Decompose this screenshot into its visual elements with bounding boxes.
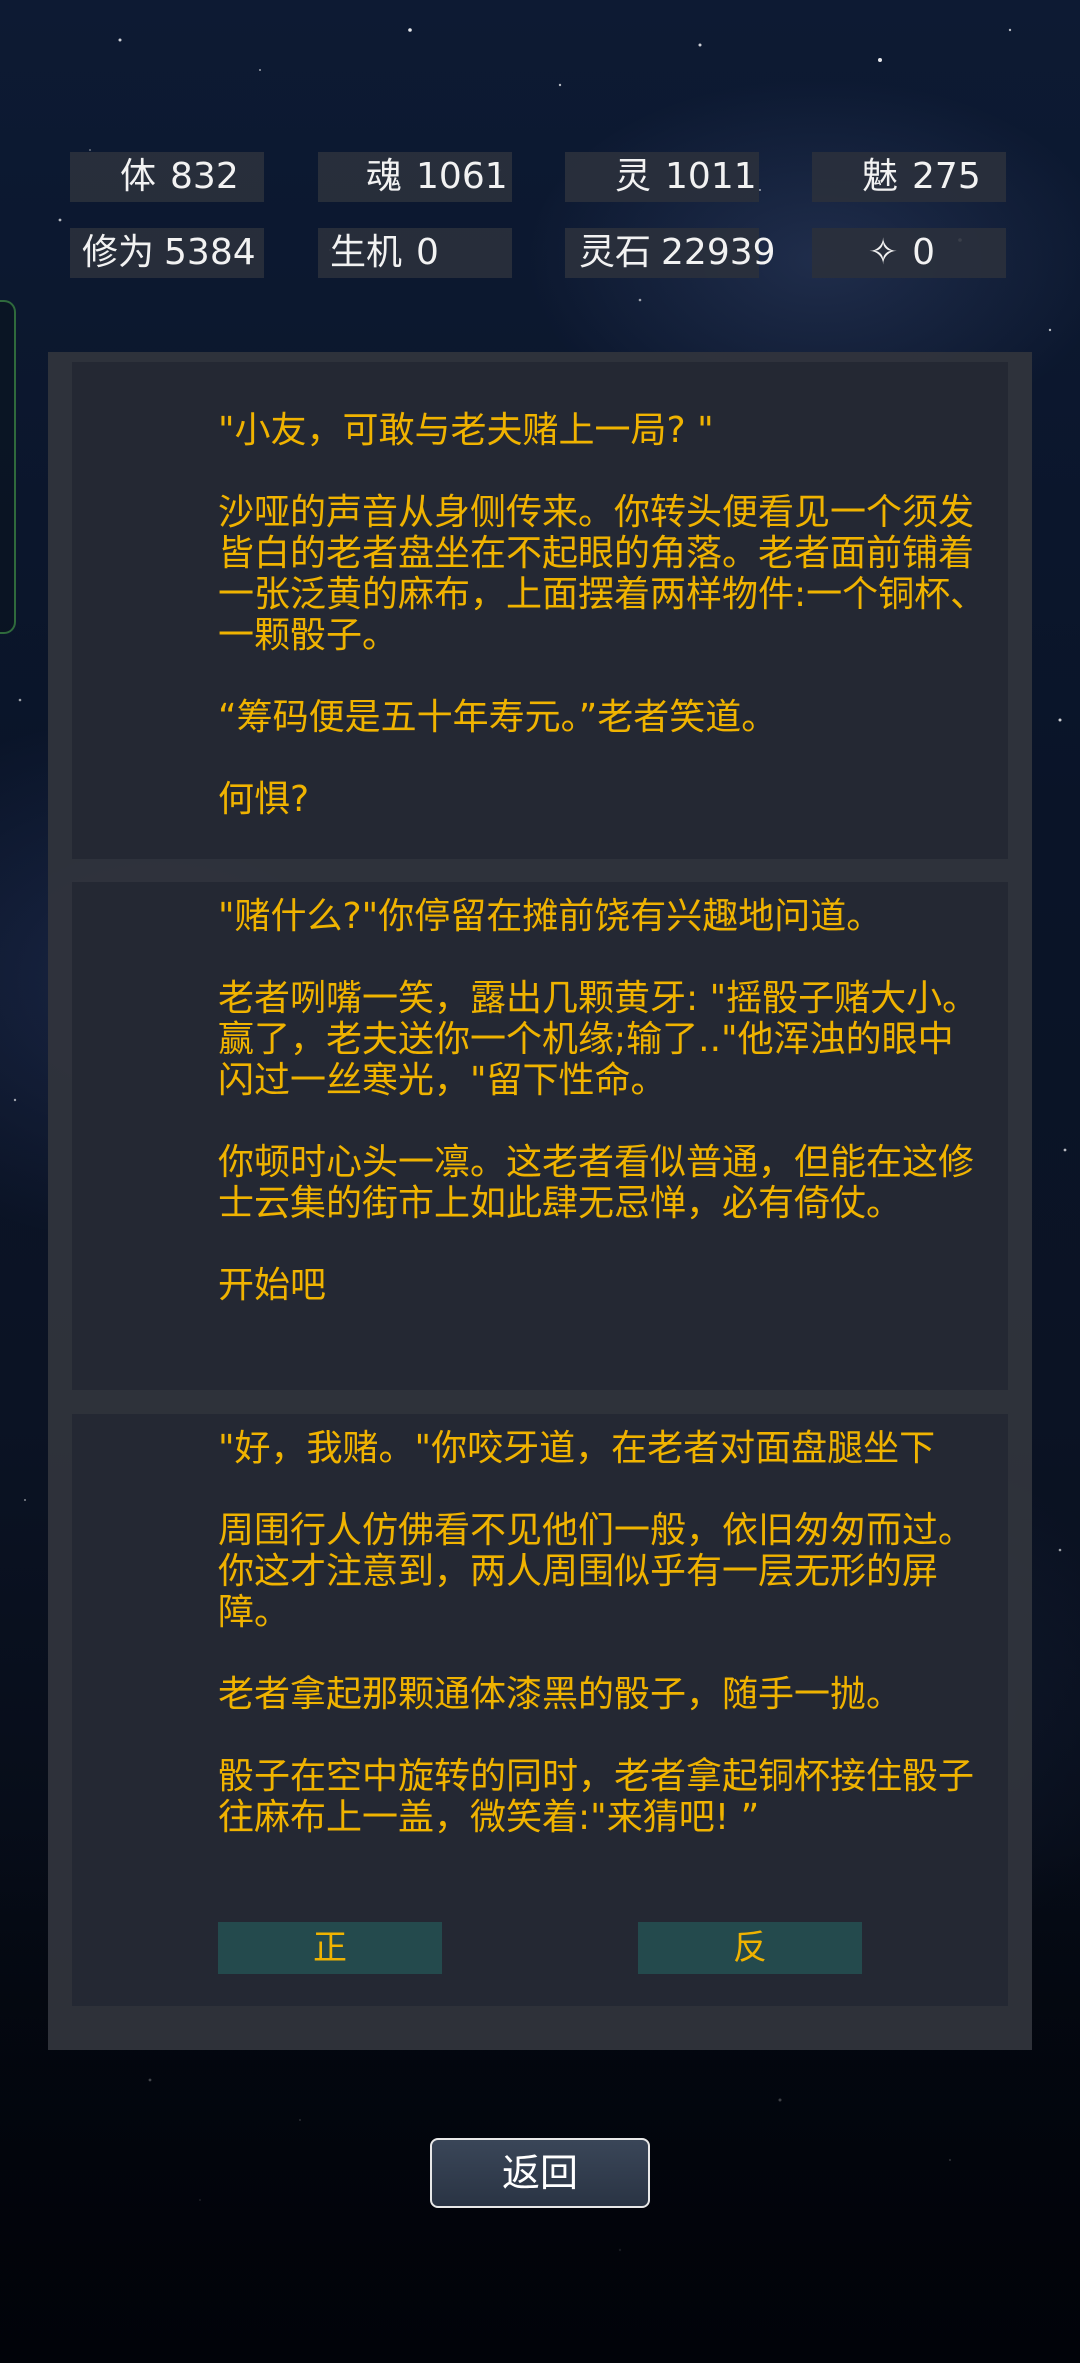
stat-label: 生机 <box>330 232 403 273</box>
stat-value: 1011 <box>665 156 757 197</box>
stat-value: 832 <box>170 156 239 197</box>
side-drawer-tab[interactable] <box>0 300 16 634</box>
story-paragraph: 沙哑的声音从身侧传来。你转头便看见一个须发皆白的老者盘坐在不起眼的角落。老者面前… <box>218 492 987 656</box>
stat-cultivation: 修为 5384 <box>70 228 264 278</box>
stat-value: 275 <box>912 156 981 197</box>
choice-tails-button[interactable]: 反 <box>638 1922 862 1974</box>
stat-vitality: 生机 0 <box>318 228 512 278</box>
story-paragraph: “筹码便是五十年寿元。”老者笑道。 <box>218 697 778 738</box>
stat-value: 1061 <box>416 156 508 197</box>
stat-label: 修为 <box>82 232 155 273</box>
stat-label: 体 <box>120 156 157 197</box>
stat-label: 魂 <box>366 156 403 197</box>
story-paragraph: "好，我赌。"你咬牙道，在老者对面盘腿坐下 <box>218 1428 936 1469</box>
story-paragraph: 老者拿起那颗通体漆黑的骰子，随手一抛。 <box>218 1674 903 1715</box>
stat-value: 0 <box>912 232 936 273</box>
story-paragraph: 开始吧 <box>218 1265 327 1306</box>
stat-spirit: 灵 1011 <box>565 152 759 202</box>
story-card: "好，我赌。"你咬牙道，在老者对面盘腿坐下 周围行人仿佛看不见他们一般，依旧匆匆… <box>72 1414 1008 2006</box>
choice-heads-button[interactable]: 正 <box>218 1922 442 1974</box>
story-paragraph: 周围行人仿佛看不见他们一般，依旧匆匆而过。你这才注意到，两人周围似乎有一层无形的… <box>218 1510 975 1633</box>
story-panel: "小友，可敢与老夫赌上一局? " 沙哑的声音从身侧传来。你转头便看见一个须发皆白… <box>48 352 1032 2050</box>
sparkle-icon: ✧ <box>868 232 899 273</box>
stat-label: 灵 <box>615 156 652 197</box>
stat-soul: 魂 1061 <box>318 152 512 202</box>
back-button[interactable]: 返回 <box>430 2138 650 2208</box>
stat-label: 灵石 <box>579 232 652 273</box>
story-paragraph: 骰子在空中旋转的同时，老者拿起铜杯接住骰子往麻布上一盖，微笑着:"来猜吧! ” <box>218 1756 975 1838</box>
story-paragraph: "赌什么?"你停留在摊前饶有兴趣地问道。 <box>218 896 883 937</box>
story-paragraph: 你顿时心头一凛。这老者看似普通，但能在这修士云集的街市上如此肆无忌惮，必有倚仗。 <box>218 1142 975 1224</box>
stat-spirit-stones: 灵石 22939 <box>565 228 776 278</box>
stat-charm: 魅 275 <box>812 152 1006 202</box>
stat-sparkle: ✧ 0 <box>812 228 1006 278</box>
story-paragraph: "小友，可敢与老夫赌上一局? " <box>218 410 714 451</box>
stat-label: 魅 <box>862 156 899 197</box>
stat-value: 0 <box>416 232 439 273</box>
story-card: "小友，可敢与老夫赌上一局? " 沙哑的声音从身侧传来。你转头便看见一个须发皆白… <box>72 362 1008 859</box>
story-paragraph: 何惧? <box>218 779 310 820</box>
stat-value: 22939 <box>661 232 776 273</box>
stat-body: 体 832 <box>70 152 264 202</box>
story-card: "赌什么?"你停留在摊前饶有兴趣地问道。 老者咧嘴一笑，露出几颗黄牙: "摇骰子… <box>72 882 1008 1390</box>
stat-value: 5384 <box>164 232 256 273</box>
story-paragraph: 老者咧嘴一笑，露出几颗黄牙: "摇骰子赌大小。赢了，老夫送你一个机缘;输了.."… <box>218 978 979 1101</box>
